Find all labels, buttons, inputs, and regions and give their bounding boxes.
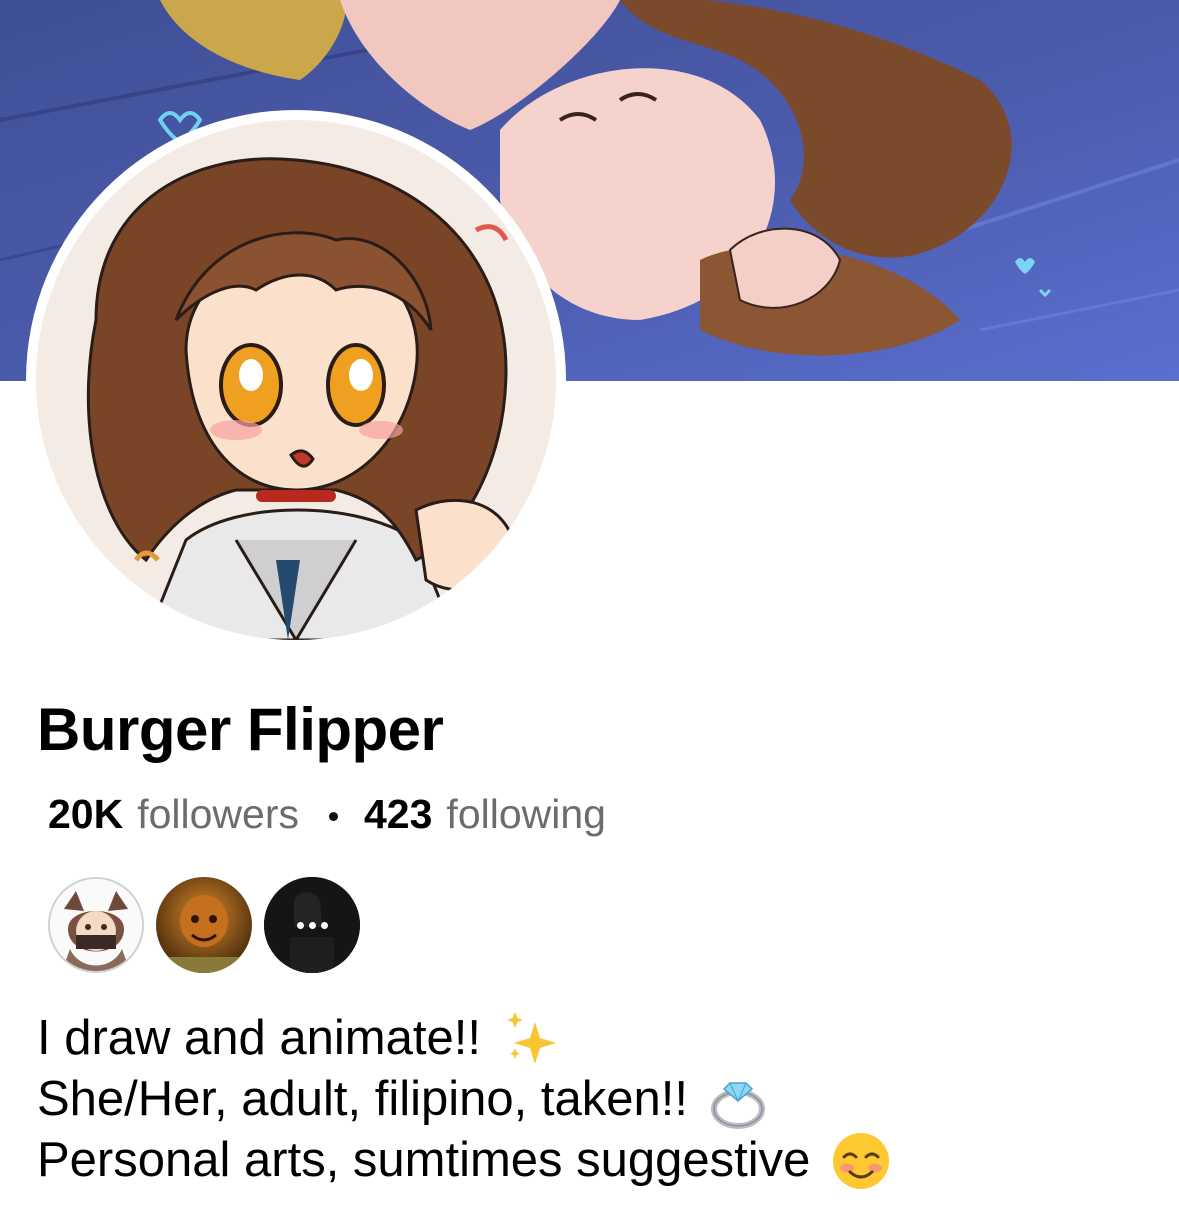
more-dots-icon	[264, 877, 360, 973]
bio-line-text: She/Her, adult, filipino, taken!!	[37, 1072, 688, 1126]
profile-stats: 20K followers 423 following	[48, 786, 606, 842]
followers-count: 20K	[48, 790, 124, 837]
mutual-follower-avatar-1[interactable]	[48, 877, 144, 973]
smiling-face-emoji-icon	[830, 1130, 892, 1192]
followers-label: followers	[137, 790, 299, 837]
bio-line: She/Her, adult, filipino, taken!!	[37, 1069, 892, 1130]
profile-bio: I draw and animate!! She/Her, adult, fil…	[37, 1008, 892, 1191]
bio-line-text: Personal arts, sumtimes suggestive	[37, 1133, 811, 1187]
sparkles-emoji-icon	[501, 1008, 563, 1070]
profile-name: Burger Flipper	[37, 696, 444, 763]
bio-line: Personal arts, sumtimes suggestive	[37, 1130, 892, 1191]
separator-dot	[329, 811, 338, 821]
mutual-follower-avatar-2[interactable]	[156, 877, 252, 973]
following-link[interactable]: 423 following	[364, 791, 606, 838]
more-mutuals-button[interactable]	[264, 877, 360, 973]
bio-line-text: I draw and animate!!	[37, 1011, 481, 1065]
following-count: 423	[364, 790, 433, 837]
profile-avatar[interactable]	[26, 110, 566, 650]
bio-line: I draw and animate!!	[37, 1008, 892, 1069]
mutual-followers	[48, 877, 372, 973]
followers-link[interactable]: 20K followers	[48, 791, 299, 838]
ring-emoji-icon	[708, 1069, 770, 1131]
following-label: following	[446, 790, 606, 837]
